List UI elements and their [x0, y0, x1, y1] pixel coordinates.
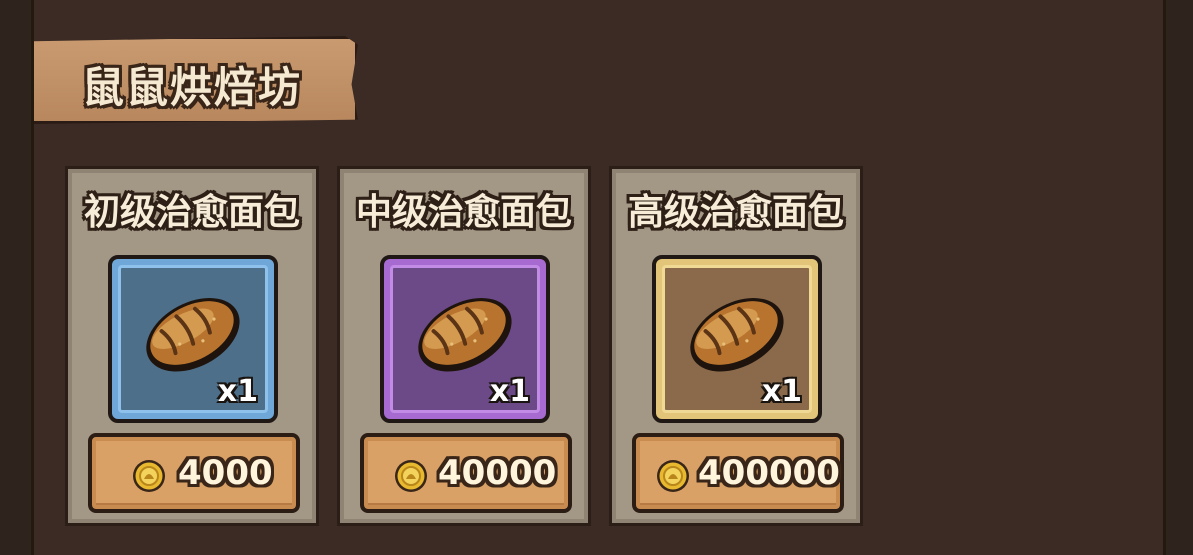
- shop-title: 鼠鼠烘焙坊: [82, 63, 303, 112]
- item-price: 400000: [698, 453, 840, 493]
- item-name: 初级治愈面包: [83, 192, 300, 233]
- item-slot[interactable]: x1: [380, 255, 550, 423]
- item-quantity: x1: [761, 374, 802, 409]
- bread-icon: [418, 298, 512, 372]
- item-slot[interactable]: x1: [108, 255, 278, 423]
- gold-coin-icon: [133, 460, 165, 492]
- shop-item-card[interactable]: 高级治愈面包 x1 400000: [609, 166, 863, 526]
- item-name: 高级治愈面包: [627, 192, 844, 233]
- gold-coin-icon: [395, 460, 427, 492]
- frame-right-border: [1163, 0, 1193, 555]
- buy-button[interactable]: 400000: [632, 433, 844, 513]
- buy-button[interactable]: 4000: [88, 433, 300, 513]
- item-name: 中级治愈面包: [355, 192, 572, 233]
- item-price: 40000: [438, 453, 557, 493]
- item-quantity: x1: [489, 374, 530, 409]
- gold-coin-icon: [657, 460, 689, 492]
- bread-icon: [146, 298, 240, 372]
- buy-button[interactable]: 40000: [360, 433, 572, 513]
- frame-left-border: [0, 0, 34, 555]
- bread-icon: [690, 298, 784, 372]
- item-quantity: x1: [217, 374, 258, 409]
- item-slot[interactable]: x1: [652, 255, 822, 423]
- item-price: 4000: [178, 453, 273, 493]
- shop-item-card[interactable]: 初级治愈面包 x1 4000: [65, 166, 319, 526]
- shop-item-card[interactable]: 中级治愈面包 x1 40000: [337, 166, 591, 526]
